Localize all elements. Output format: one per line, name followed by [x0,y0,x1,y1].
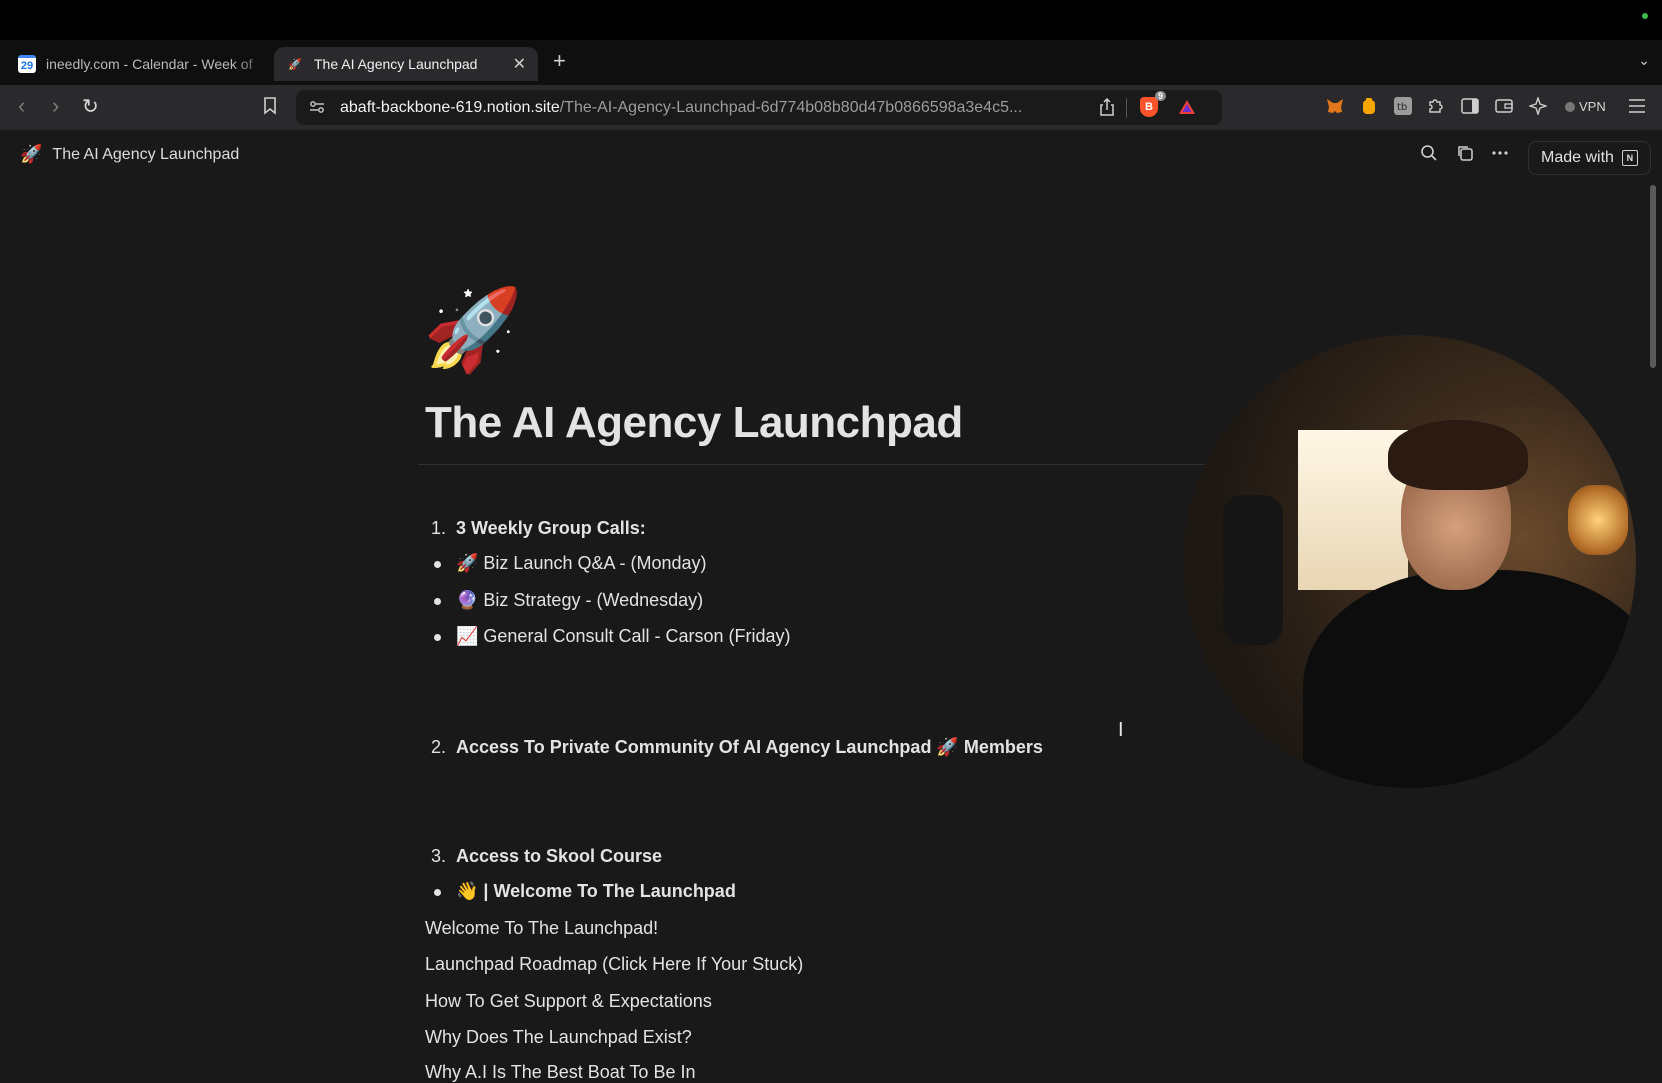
os-top-bar [0,0,1662,40]
shields-count-badge: 9 [1154,91,1166,101]
text-cursor-icon: I [1118,719,1124,741]
scrollbar[interactable] [1650,185,1656,368]
bullet-dot [434,889,441,896]
rocket-favicon-icon: 🚀 [288,58,302,71]
made-with-notion-button[interactable]: Made with N [1528,141,1651,175]
brave-lion-icon: B9 [1140,91,1166,117]
tab-title: The AI Agency Launchpad [314,56,478,72]
list-item: 🚀 Biz Launch Q&A - (Monday) [456,553,707,573]
page-title: The AI Agency Launchpad [425,398,963,447]
tab-title: ineedly.com - Calendar - Week of [46,56,253,72]
bullet-dot [434,561,441,568]
bullet-dot [434,634,441,641]
leo-ai-icon[interactable] [1527,95,1549,117]
brave-rewards-icon[interactable] [1176,96,1198,118]
section-heading: 3 Weekly Group Calls: [456,518,646,538]
url-path: /The-AI-Agency-Launchpad-6d774b08b80d47b… [559,98,1023,116]
back-icon[interactable]: ‹ [18,93,25,119]
status-dot [1642,13,1648,19]
address-bar[interactable]: abaft-backbone-619.notion.site/The-AI-Ag… [296,90,1222,125]
extensions-puzzle-icon[interactable] [1425,95,1447,117]
divider [1126,98,1127,118]
title-divider [418,464,1208,465]
brave-shields-icon[interactable]: B9 [1138,91,1166,118]
wallet-icon[interactable] [1493,95,1515,117]
course-link[interactable]: Welcome To The Launchpad! [425,918,658,939]
tab-list-chevron-icon[interactable]: ⌄ [1638,52,1650,69]
section-heading: Access to Skool Course [456,846,663,866]
notion-logo-icon: N [1621,150,1638,166]
browser-toolbar: ‹ › ↻ abaft-backbone-619.notion.site/The… [0,85,1662,130]
breadcrumb[interactable]: 🚀 The AI Agency Launchpad [20,144,239,165]
course-link[interactable]: Launchpad Roadmap (Click Here If Your St… [425,954,803,975]
bookmark-icon[interactable] [259,95,281,117]
list-item: 📈 General Consult Call - Carson (Friday) [456,626,791,646]
webcam-overlay [1183,335,1636,788]
section-heading: Access To Private Community Of AI Agency… [456,737,1043,757]
made-with-label: Made with [1541,149,1614,166]
url-host: abaft-backbone-619.notion.site [340,98,560,116]
extension-tb-icon[interactable]: tb [1392,95,1414,117]
webcam-microphone [1223,495,1283,645]
list-number: 2. [431,737,447,757]
vpn-status-icon [1565,101,1575,112]
more-options-icon[interactable] [1491,144,1509,167]
list-item[interactable]: 👋 | Welcome To The Launchpad [456,881,736,902]
calendar-favicon-icon: 29 [18,55,36,73]
url-text: abaft-backbone-619.notion.site/The-AI-Ag… [340,99,1022,117]
search-icon[interactable] [1420,144,1438,167]
list-number: 1. [431,518,447,538]
list-number: 3. [431,846,447,866]
tab-strip: 29 ineedly.com - Calendar - Week of 🚀 Th… [0,40,1662,85]
forward-icon[interactable]: › [52,93,59,119]
share-icon[interactable] [1096,96,1118,118]
webcam-person-body [1303,570,1636,788]
duplicate-icon[interactable] [1456,144,1474,167]
close-tab-icon[interactable]: ✕ [513,54,526,74]
vpn-button[interactable]: VPN [1565,99,1606,114]
breadcrumb-title: The AI Agency Launchpad [52,145,240,163]
notion-topbar: 🚀 The AI Agency Launchpad Made with N [0,130,1662,185]
sidebar-toggle-icon[interactable] [1459,95,1481,117]
menu-hamburger-icon[interactable] [1626,95,1648,117]
rocket-icon: 🚀 [20,144,43,164]
tab-fade [233,47,273,81]
new-tab-button[interactable]: + [553,48,566,74]
reload-icon[interactable]: ↻ [82,94,99,119]
course-link[interactable]: How To Get Support & Expectations [425,991,712,1012]
svg-text:tb: tb [1397,102,1407,113]
course-link[interactable]: Why Does The Launchpad Exist? [425,1027,692,1048]
webcam-lamp [1568,485,1628,555]
vpn-label: VPN [1579,99,1606,114]
webcam-person-hair [1388,420,1528,490]
list-item: 🔮 Biz Strategy - (Wednesday) [456,590,704,610]
extension-yellow-icon[interactable] [1358,95,1380,117]
site-settings-icon[interactable] [306,96,328,118]
page-rocket-icon[interactable]: 🚀 [423,290,523,370]
metamask-extension-icon[interactable] [1324,95,1346,117]
tab-calendar[interactable]: 29 ineedly.com - Calendar - Week of [10,47,273,81]
bullet-dot [434,598,441,605]
tab-launchpad[interactable]: 🚀 The AI Agency Launchpad ✕ [274,47,538,81]
